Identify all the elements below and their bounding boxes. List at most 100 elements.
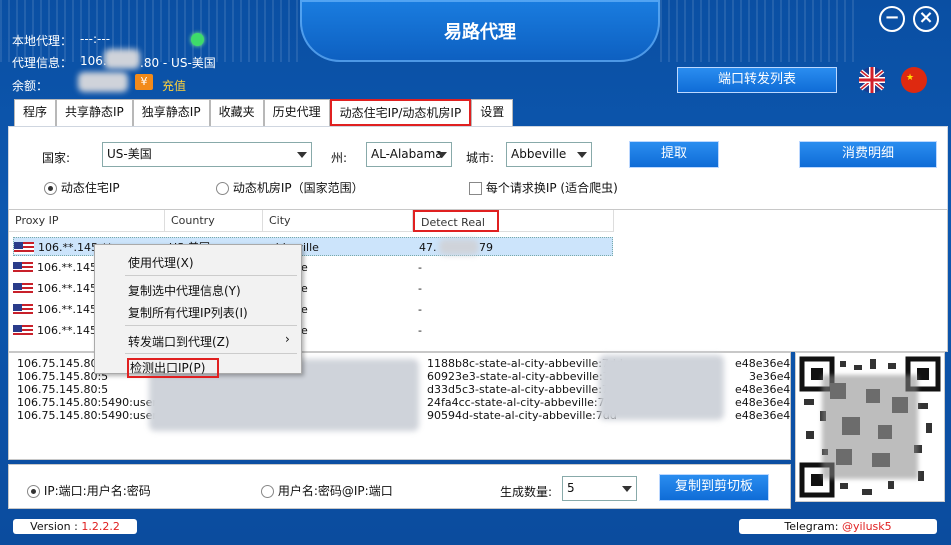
- version-label: Version :: [30, 520, 82, 533]
- rotate-checkbox[interactable]: 每个请求换IP (适合爬虫): [469, 179, 618, 196]
- checkbox-icon: [469, 182, 482, 195]
- format-bar: IP:端口:用户名:密码 用户名:密码@IP:端口 生成数量: 5 复制到剪切板: [8, 464, 791, 509]
- format-option-ip-port-user-pass[interactable]: IP:端口:用户名:密码: [27, 482, 151, 499]
- chevron-down-icon: [622, 486, 632, 492]
- output-line: 106.75.145.80:5490:user- 90594d-state-al-…: [17, 409, 790, 422]
- output-line: 106.75.145.80:5 d33d5c3-state-al-city-abb…: [17, 383, 790, 396]
- format-option-1-label: IP:端口:用户名:密码: [43, 484, 151, 498]
- recharge-link[interactable]: 充值: [162, 77, 186, 94]
- country-value: US-美国: [107, 147, 152, 161]
- qr-code-image: [796, 353, 944, 501]
- local-proxy-label: 本地代理：: [12, 34, 73, 48]
- cell-real-ip: 47.: [419, 241, 437, 254]
- radio-datacenter[interactable]: 动态机房IP（国家范围）: [216, 179, 364, 196]
- proxy-info-label: 代理信息：: [12, 56, 73, 70]
- port-forward-button[interactable]: 端口转发列表: [677, 67, 837, 93]
- city-select[interactable]: Abbeville: [506, 142, 592, 167]
- radio-off-icon: [216, 182, 229, 195]
- radio-residential-label: 动态住宅IP: [60, 181, 120, 195]
- city-label: 城市:: [466, 151, 495, 165]
- tab-dynamic-ip[interactable]: 动态住宅IP/动态机房IP: [329, 99, 472, 126]
- output-line-mid: 90594d-state-al-city-abbeville:7dd: [427, 409, 617, 422]
- us-flag-icon: [13, 283, 33, 295]
- status-dot-icon: [191, 33, 204, 46]
- tab-dedicated-static-ip[interactable]: 独享静态IP: [132, 99, 210, 126]
- output-line-left: 106.75.145.80:5: [17, 383, 109, 396]
- tab-settings[interactable]: 设置: [471, 99, 514, 126]
- chevron-down-icon: [437, 152, 447, 158]
- cell-real-ip: -: [418, 261, 422, 274]
- country-label: 国家:: [42, 151, 71, 165]
- output-line-right: e48e36e4: [735, 383, 791, 396]
- state-select[interactable]: AL-Alabama: [366, 142, 452, 167]
- output-line-left: 106.75.145.80:5490:user-: [17, 409, 161, 422]
- output-line-right: e48e36e4: [735, 396, 791, 409]
- telegram-badge[interactable]: Telegram: @yilusk5: [739, 519, 937, 534]
- output-line-right: e48e36e4: [735, 409, 791, 422]
- rotate-checkbox-label: 每个请求换IP (适合爬虫): [485, 181, 618, 195]
- menu-item-detect-exit-ip[interactable]: 检测出口IP(P): [127, 358, 220, 378]
- proxy-info-suffix: .80 - US-美国: [140, 56, 216, 70]
- svg-text:★: ★: [906, 73, 914, 83]
- chevron-down-icon: [577, 152, 587, 158]
- menu-item-use-proxy[interactable]: 使用代理(X): [128, 254, 194, 271]
- cn-flag-icon[interactable]: ★: [899, 66, 929, 94]
- menu-separator: [125, 353, 297, 354]
- col-header-proxy-ip[interactable]: Proxy IP: [9, 210, 165, 232]
- tab-history[interactable]: 历史代理: [263, 99, 330, 126]
- menu-separator: [125, 275, 297, 276]
- count-value: 5: [567, 481, 575, 495]
- tab-program[interactable]: 程序: [14, 99, 57, 126]
- format-option-user-pass-ip-port[interactable]: 用户名:密码@IP:端口: [261, 482, 393, 499]
- radio-residential[interactable]: 动态住宅IP: [44, 179, 120, 196]
- tab-bar: 程序 共享静态IP 独享静态IP 收藏夹 历史代理 动态住宅IP/动态机房IP …: [14, 99, 514, 126]
- state-value: AL-Alabama: [371, 147, 443, 161]
- minimize-icon[interactable]: −: [879, 6, 905, 32]
- output-line-mid: 1188b8c-state-al-city-abbeville:7dd: [427, 357, 623, 370]
- country-select[interactable]: US-美国: [102, 142, 312, 167]
- us-flag-icon: [13, 325, 33, 337]
- cell-real-ip: -: [418, 303, 422, 316]
- version-badge: Version : 1.2.2.2: [13, 519, 137, 534]
- filter-panel: 国家: US-美国 州: AL-Alabama 城市: Abbeville 提取…: [8, 126, 948, 211]
- tab-shared-static-ip[interactable]: 共享静态IP: [56, 99, 133, 126]
- format-option-2-label: 用户名:密码@IP:端口: [277, 484, 393, 498]
- col-header-city[interactable]: City: [263, 210, 413, 232]
- radio-datacenter-label: 动态机房IP（国家范围）: [232, 181, 364, 195]
- copy-to-clipboard-button[interactable]: 复制到剪切板: [659, 474, 769, 501]
- proxy-info-prefix: 106.: [80, 54, 107, 68]
- cell-real-ip: -: [418, 282, 422, 295]
- chevron-right-icon: ›: [285, 332, 290, 346]
- consume-detail-button[interactable]: 消费明细: [799, 141, 937, 168]
- radio-off-icon: [261, 485, 274, 498]
- telegram-label: Telegram:: [784, 520, 842, 533]
- balance-label: 余额：: [12, 79, 49, 93]
- col-header-empty: [499, 210, 614, 232]
- state-label: 州:: [331, 151, 348, 165]
- menu-item-copy-selected[interactable]: 复制选中代理信息(Y): [128, 282, 241, 299]
- output-line-mid: 60923e3-state-al-city-abbeville:7dd: [427, 370, 624, 383]
- output-line-right: e48e36e4: [735, 357, 791, 370]
- count-select[interactable]: 5: [562, 476, 637, 501]
- city-value: Abbeville: [511, 147, 567, 161]
- chevron-down-icon: [297, 152, 307, 158]
- output-line-mid: 24fa4cc-state-al-city-abbeville:7dd: [427, 396, 619, 409]
- qr-code: [795, 352, 945, 502]
- tab-favorites[interactable]: 收藏夹: [209, 99, 264, 126]
- close-icon[interactable]: ×: [913, 6, 939, 32]
- uk-flag-icon[interactable]: [857, 66, 887, 94]
- menu-item-copy-all[interactable]: 复制所有代理IP列表(I): [128, 304, 248, 321]
- us-flag-icon: [13, 262, 33, 274]
- col-header-detect-real-ip[interactable]: Detect Real IP: [413, 210, 499, 251]
- us-flag-icon: [13, 304, 33, 316]
- menu-item-forward-port[interactable]: 转发端口到代理(Z): [128, 333, 230, 350]
- redacted-password: [599, 355, 724, 420]
- col-header-country[interactable]: Country: [165, 210, 263, 232]
- extract-button[interactable]: 提取: [629, 141, 719, 168]
- radio-on-icon: [27, 485, 40, 498]
- cell-real-ip: -: [418, 324, 422, 337]
- redacted-balance: [78, 72, 128, 92]
- title-decoration-right: [660, 0, 860, 62]
- cell-real-ip-tail: 79: [479, 241, 493, 254]
- app-title: 易路代理: [444, 22, 516, 43]
